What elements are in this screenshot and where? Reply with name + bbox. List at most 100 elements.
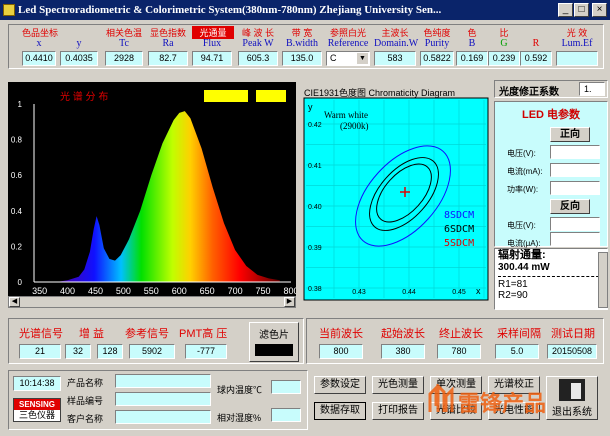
door-icon-panel (571, 383, 581, 399)
reverse-voltage-input[interactable] (550, 217, 600, 231)
spectrum-y-tick: 0 (18, 278, 23, 287)
window-title-text: Led Spectroradiometric & Colorimetric Sy… (18, 4, 442, 16)
close-button[interactable]: × (592, 3, 607, 17)
sphere-temp-label: 球内温度℃ (217, 385, 263, 395)
spectrum-x-tick: 350 (32, 286, 47, 296)
param-en-label-7: Reference (327, 38, 369, 49)
gain-label: 增 益 (79, 328, 105, 340)
reverse-voltage-label: 电压(V): (507, 221, 536, 230)
product-name-input[interactable] (115, 374, 211, 388)
param-value-4: 94.71 (192, 51, 232, 66)
exit-button[interactable]: 退出系统 (546, 376, 598, 420)
start-wavelength-label: 起始波长 (381, 328, 425, 340)
param-en-label-5: Peak W (242, 38, 274, 49)
current-wavelength-label: 当前波长 (319, 328, 363, 340)
pmt-voltage-value: -777 (185, 344, 227, 359)
reverse-current-input[interactable] (550, 232, 600, 246)
spectrum-x-tick: 450 (88, 286, 103, 296)
filter-button[interactable]: 滤色片 (249, 322, 299, 362)
minimize-button[interactable]: _ (558, 3, 573, 17)
cie-legend-2: 5SDCM (444, 238, 474, 249)
cie-annotation: Warm white (324, 110, 368, 120)
param-en-label-10: B (468, 38, 476, 49)
filter-indicator (255, 344, 293, 356)
brand-logo: SENSING 三色仪器 (13, 398, 61, 422)
customer-name-label: 客户名称 (67, 414, 104, 424)
interval-value: 5.0 (495, 344, 539, 359)
param-value-12: 0.592 (520, 51, 552, 66)
spectrum-x-tick: 550 (144, 286, 159, 296)
product-name-label: 产品名称 (67, 378, 104, 388)
param-value-8: 583 (374, 51, 416, 66)
spectrum-title: 光 谱 分 布 (60, 90, 108, 103)
signal-panel: 光谱信号 增 益 参考信号 PMT高 压 21 32 128 5902 -777… (8, 318, 304, 364)
sample-number-label: 样品编号 (67, 396, 104, 406)
param-set-button[interactable]: 参数设定 (314, 376, 366, 394)
sample-number-input[interactable] (115, 392, 211, 406)
clock: 10:14:38 (13, 376, 61, 391)
brand-logo-text: SENSING (14, 399, 60, 410)
date-value: 20150508 (547, 344, 597, 359)
dropdown-arrow-icon[interactable]: ▼ (357, 53, 368, 64)
cie-x-tick: 0.43 (352, 289, 366, 296)
param-value-7[interactable]: C ▼ (326, 51, 370, 66)
radiant-flux-box: 辐射通量: 300.44 mW R1=81 R2=90 (494, 248, 608, 310)
customer-name-input[interactable] (115, 410, 211, 424)
spectrum-scrollbar[interactable]: ◀ ▶ (8, 296, 296, 308)
watermark-logo-icon (428, 382, 454, 414)
param-value-11: 0.239 (488, 51, 520, 66)
cie-x-tick: 0.44 (402, 289, 416, 296)
end-wavelength-value: 780 (437, 344, 481, 359)
exit-label: 退出系统 (552, 407, 592, 418)
wavelength-panel: 当前波长 起始波长 终止波长 采样间隔 测试日期 800 380 780 5.0… (306, 318, 604, 364)
correction-input[interactable]: 1. (579, 82, 605, 96)
interval-label: 采样间隔 (497, 328, 541, 340)
param-value-1: 0.4035 (60, 51, 98, 66)
param-en-label-12: R (532, 38, 540, 49)
spectrum-y-tick: 1 (18, 100, 23, 109)
spectrum-x-tick: 800 (283, 286, 296, 296)
forward-voltage-input[interactable] (550, 145, 600, 159)
param-en-label-8: Domain.W (374, 38, 419, 49)
door-icon (559, 379, 585, 401)
window-title: Led Spectroradiometric & Colorimetric Sy… (0, 0, 610, 20)
param-en-label-4: Flux (202, 38, 222, 49)
cie-y-tick: 0.40 (308, 204, 322, 211)
print-report-button[interactable]: 打印报告 (372, 402, 424, 420)
cie-legend-0: 8SDCM (444, 210, 474, 221)
forward-current-input[interactable] (550, 163, 600, 177)
color-measure-button[interactable]: 光色测量 (372, 376, 424, 394)
humidity-input[interactable] (271, 408, 301, 422)
forward-current-label: 电流(mA): (507, 167, 543, 176)
cie-y-tick: 0.42 (308, 122, 322, 129)
maximize-button[interactable]: □ (574, 3, 589, 17)
watermark-text: 雷锋产品 (458, 392, 547, 417)
spectrum-marker-1 (204, 90, 248, 102)
data-save-button[interactable]: 数据存取 (314, 402, 366, 420)
scroll-left-arrow-icon[interactable]: ◀ (9, 297, 20, 307)
param-en-label-9: Purity (424, 38, 450, 49)
spectrum-curve (56, 111, 280, 282)
forward-voltage-label: 电压(V): (507, 149, 536, 158)
param-value-13 (556, 51, 598, 66)
current-wavelength-value: 800 (319, 344, 363, 359)
spectrum-y-tick: 0.6 (11, 171, 23, 180)
chromaticity-chart: CIE1931色度图 Chromaticity Diagram Warm whi… (300, 82, 492, 308)
start-wavelength-value: 380 (381, 344, 425, 359)
radiant-flux-label: 辐射通量: (498, 249, 546, 261)
humidity-label: 相对湿度% (217, 413, 262, 423)
spectrum-x-tick: 400 (60, 286, 75, 296)
brand-logo-subtext: 三色仪器 (18, 410, 55, 420)
forward-button[interactable]: 正向 (550, 127, 590, 142)
scroll-right-arrow-icon[interactable]: ▶ (284, 297, 295, 307)
radiant-scrollbar[interactable] (598, 252, 608, 308)
power-input[interactable] (550, 181, 600, 195)
param-value-3: 82.7 (148, 51, 188, 66)
spectrum-svg: 1 0.8 0.6 0.4 0.2 0 350 400 450 500 550 600 650 700 75… (11, 90, 299, 296)
sphere-temp-input[interactable] (271, 380, 301, 394)
param-value-10: 0.169 (456, 51, 488, 66)
spectral-signal-label: 光谱信号 (19, 328, 63, 340)
reverse-button[interactable]: 反向 (550, 199, 590, 214)
spectrum-y-tick: 0.8 (11, 136, 23, 145)
param-en-label-2: Tc (119, 38, 129, 49)
